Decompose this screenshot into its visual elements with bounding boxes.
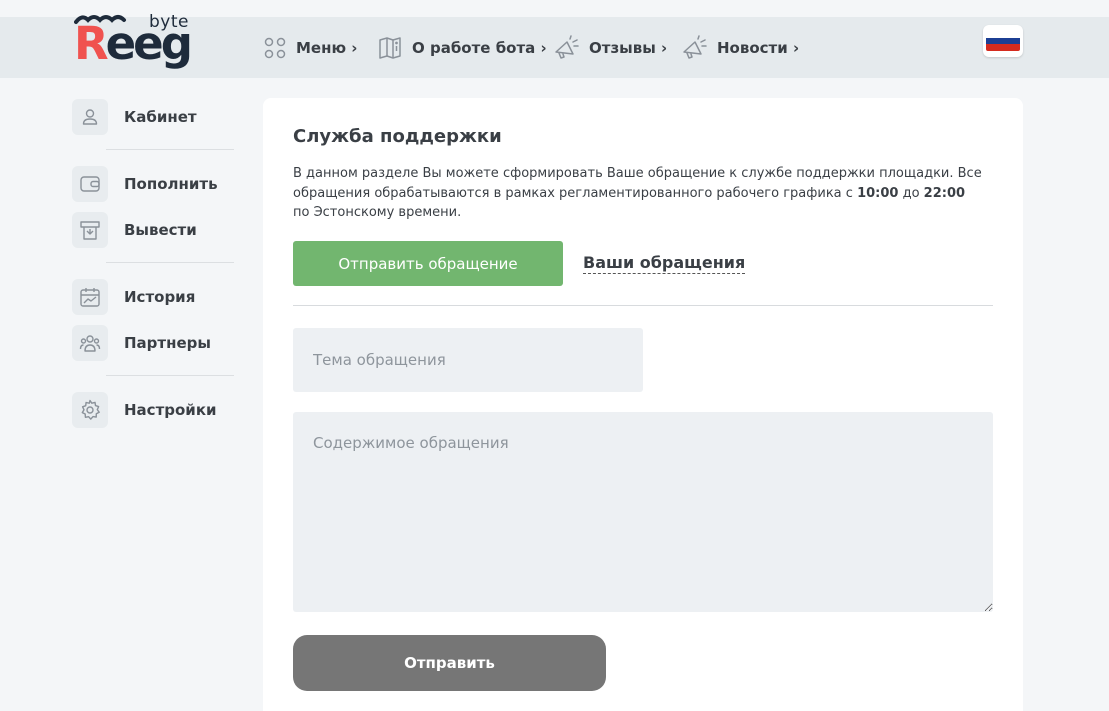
russia-flag-icon bbox=[986, 31, 1020, 51]
megaphone-icon bbox=[555, 34, 579, 59]
withdraw-icon bbox=[72, 212, 108, 248]
sidebar-item-withdraw[interactable]: Вывести bbox=[72, 210, 234, 250]
book-info-icon bbox=[379, 36, 401, 59]
nav-news[interactable]: Новости › bbox=[681, 17, 799, 78]
nav-reviews[interactable]: Отзывы › bbox=[553, 17, 667, 78]
nav-about-bot[interactable]: О работе бота › bbox=[378, 17, 547, 78]
nav-menu[interactable]: Меню › bbox=[264, 17, 357, 78]
partners-icon bbox=[72, 325, 108, 361]
sidebar-item-label: Вывести bbox=[124, 221, 197, 239]
time-from: 10:00 bbox=[857, 185, 899, 201]
calendar-chart-icon bbox=[72, 279, 108, 315]
desc-text: по Эстонскому времени. bbox=[293, 205, 462, 220]
top-header: byte Reeg Меню › О работе бота › Отзывы … bbox=[0, 12, 1109, 78]
sidebar-divider bbox=[106, 375, 234, 376]
divider bbox=[293, 305, 993, 306]
language-flag-button[interactable] bbox=[983, 25, 1023, 57]
send-request-button[interactable]: Отправить обращение bbox=[293, 241, 563, 286]
sidebar-item-label: История bbox=[124, 288, 196, 306]
sidebar-item-partners[interactable]: Партнеры bbox=[72, 323, 234, 363]
nav-news-label: Новости › bbox=[717, 38, 800, 57]
nav-menu-label: Меню › bbox=[296, 38, 358, 57]
time-to: 22:00 bbox=[923, 185, 966, 201]
desc-text: до bbox=[898, 185, 924, 201]
gear-icon bbox=[72, 392, 108, 428]
content-textarea[interactable] bbox=[293, 412, 993, 612]
wallet-icon bbox=[72, 166, 108, 202]
sidebar-item-deposit[interactable]: Пополнить bbox=[72, 164, 234, 204]
logo-text: Reeg bbox=[74, 17, 193, 70]
sidebar-divider bbox=[106, 149, 234, 150]
logo-first-letter: R bbox=[74, 17, 109, 70]
sidebar-item-label: Пополнить bbox=[124, 175, 218, 193]
sidebar-item-history[interactable]: История bbox=[72, 277, 234, 317]
megaphone-icon bbox=[683, 34, 707, 59]
sidebar-item-settings[interactable]: Настройки bbox=[72, 390, 234, 430]
submit-button[interactable]: Отправить bbox=[293, 635, 606, 691]
support-card: Служба поддержки В данном разделе Вы мож… bbox=[263, 98, 1023, 711]
sidebar-item-label: Кабинет bbox=[124, 108, 197, 126]
page-title: Служба поддержки bbox=[293, 126, 502, 147]
sidebar-divider bbox=[106, 262, 234, 263]
logo[interactable]: byte Reeg bbox=[74, 12, 193, 76]
nav-about-bot-label: О работе бота › bbox=[412, 38, 547, 57]
sidebar-item-label: Партнеры bbox=[124, 334, 211, 352]
my-requests-link[interactable]: Ваши обращения bbox=[583, 253, 746, 274]
flag-stripe-red bbox=[986, 44, 1020, 51]
flag-stripe-blue bbox=[986, 37, 1020, 45]
support-description: В данном разделе Вы можете сформировать … bbox=[293, 164, 983, 223]
grid-icon bbox=[264, 37, 286, 58]
logo-rest: eeg bbox=[105, 17, 193, 70]
sidebar-item-label: Настройки bbox=[124, 401, 217, 419]
user-icon bbox=[72, 99, 108, 135]
flag-stripe-white bbox=[986, 31, 1020, 38]
nav-reviews-label: Отзывы › bbox=[589, 38, 668, 57]
sidebar-item-cabinet[interactable]: Кабинет bbox=[72, 97, 234, 137]
subject-input[interactable] bbox=[293, 328, 643, 392]
